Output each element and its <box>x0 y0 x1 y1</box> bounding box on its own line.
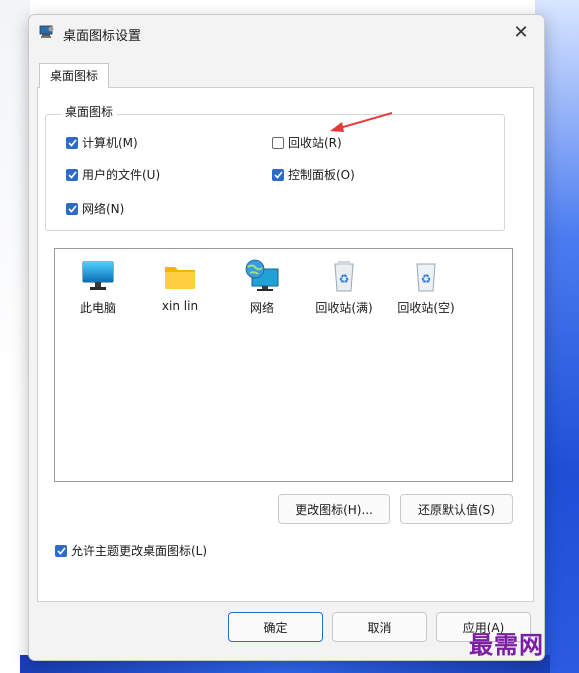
checkbox-checked-icon[interactable] <box>66 136 78 149</box>
checkbox-checked-icon[interactable] <box>66 202 78 215</box>
icon-label: 回收站(满) <box>315 301 373 315</box>
list-item[interactable]: ♻ 回收站(空) <box>391 259 461 316</box>
svg-text:♻: ♻ <box>339 272 350 286</box>
desktop-icon-list[interactable]: 此电脑 xin lin 网络 ♻ 回收站(满) ♻ 回收站(空) <box>54 248 513 482</box>
settings-app-icon <box>39 25 55 39</box>
icon-label: 网络 <box>249 301 274 315</box>
change-icon-button[interactable]: 更改图标(H)... <box>278 494 390 524</box>
checkbox-checked-icon[interactable] <box>66 168 78 181</box>
checkbox-allow-theme[interactable]: 允许主题更改桌面图标(L) <box>55 542 207 559</box>
close-icon[interactable]: ✕ <box>513 22 528 43</box>
title-bar: 桌面图标设置 ✕ <box>29 15 544 51</box>
folder-icon <box>162 259 198 293</box>
cancel-button[interactable]: 取消 <box>332 612 427 642</box>
checkbox-checked-icon[interactable] <box>272 168 284 181</box>
restore-default-button[interactable]: 还原默认值(S) <box>400 494 513 524</box>
checkbox-label: 控制面板(O) <box>288 168 355 182</box>
monitor-icon <box>80 259 116 293</box>
list-item[interactable]: 网络 <box>227 259 297 316</box>
list-item[interactable]: ♻ 回收站(满) <box>309 259 379 316</box>
checkbox-label: 回收站(R) <box>288 136 342 150</box>
close-button[interactable]: ✕ <box>507 21 535 45</box>
icon-label: 此电脑 <box>79 301 116 315</box>
icon-label: xin lin <box>161 299 199 313</box>
window-title: 桌面图标设置 <box>63 29 142 44</box>
desktop-background-left <box>0 0 30 673</box>
recycle-bin-empty-icon: ♻ <box>408 259 444 293</box>
checkbox-label: 允许主题更改桌面图标(L) <box>71 544 208 558</box>
network-globe-icon <box>244 259 280 293</box>
checkbox-checked-icon[interactable] <box>55 544 67 557</box>
watermark-logo: 最需网 <box>469 630 544 659</box>
svg-text:♻: ♻ <box>421 272 432 286</box>
icon-label: 回收站(空) <box>397 301 455 315</box>
groupbox-title: 桌面图标 <box>61 103 118 120</box>
checkbox-computer[interactable]: 计算机(M) <box>66 134 138 151</box>
checkbox-user-files[interactable]: 用户的文件(U) <box>66 166 160 183</box>
list-item[interactable]: 此电脑 <box>63 259 133 316</box>
checkbox-network[interactable]: 网络(N) <box>66 200 124 217</box>
checkbox-unchecked-icon[interactable] <box>272 136 284 149</box>
checkbox-label: 用户的文件(U) <box>82 168 161 182</box>
tab-desktop-icons[interactable]: 桌面图标 <box>39 63 109 88</box>
checkbox-label: 计算机(M) <box>82 136 138 150</box>
ok-button[interactable]: 确定 <box>228 612 323 642</box>
list-item[interactable]: xin lin <box>145 259 215 313</box>
checkbox-control-panel[interactable]: 控制面板(O) <box>272 166 355 183</box>
recycle-bin-full-icon: ♻ <box>326 259 362 293</box>
checkbox-recycle-bin[interactable]: 回收站(R) <box>272 134 342 151</box>
checkbox-label: 网络(N) <box>82 202 125 216</box>
